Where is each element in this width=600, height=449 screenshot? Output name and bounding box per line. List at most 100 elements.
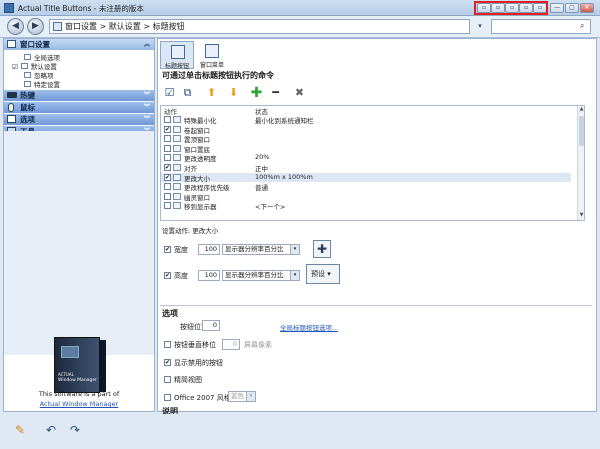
panel-hotkeys[interactable]: 热键 ︾ <box>4 90 154 101</box>
item-icon <box>24 54 31 60</box>
compact-view-label: 精简视图 <box>174 376 202 384</box>
check-all-icon[interactable]: ☑ <box>162 86 177 101</box>
height-checkbox[interactable]: ✔ <box>164 272 171 279</box>
command-icon <box>173 202 181 210</box>
width-unit-select[interactable]: 显示器分辨率百分比 ▾ <box>222 244 300 255</box>
command-row[interactable]: 置顶窗口 <box>161 134 571 144</box>
height-value-input[interactable]: 100 <box>198 270 220 281</box>
forward-button[interactable]: ▶ <box>27 18 44 35</box>
action-settings-label: 设置动作: 更改大小 <box>162 227 219 235</box>
scroll-up-icon[interactable]: ▲ <box>578 106 584 114</box>
promo-link[interactable]: Actual Window Manager <box>4 399 154 409</box>
breadcrumb-text: 窗口设置 > 默认设置 > 标题按钮 <box>65 22 185 31</box>
collapse-icon[interactable]: ︽ <box>144 39 150 50</box>
row-checkbox[interactable] <box>164 202 171 210</box>
box-brand-top: ACTUAL <box>58 372 74 377</box>
office-style-select[interactable]: 蓝色 ▾ <box>228 391 256 402</box>
expand-icon[interactable]: ︾ <box>144 114 150 125</box>
chevron-down-icon: ▾ <box>290 271 299 280</box>
row-checkbox[interactable] <box>164 192 171 200</box>
edit-icon[interactable]: ✎ <box>12 422 28 438</box>
command-icon <box>173 144 181 152</box>
add-icon[interactable]: ✚ <box>249 86 264 101</box>
button-position-input[interactable]: 0 <box>202 320 220 331</box>
minimize-button[interactable]: — <box>550 3 564 13</box>
command-name: 幽灵窗口 <box>184 193 210 202</box>
command-row[interactable]: 更改程序优先级 普通 <box>161 182 571 192</box>
width-unit-value: 显示器分辨率百分比 <box>225 245 284 253</box>
search-icon[interactable]: ⌕ <box>580 21 590 31</box>
command-row[interactable]: ✔ 对齐 正中 <box>161 163 571 173</box>
width-checkbox[interactable]: ✔ <box>164 246 171 253</box>
command-icon <box>173 154 181 162</box>
row-checkbox[interactable] <box>164 154 171 162</box>
command-row[interactable]: ✔ 更改大小 100%m x 100%m <box>161 172 571 183</box>
maximize-button[interactable]: ▢ <box>565 3 579 13</box>
back-button[interactable]: ◀ <box>7 18 24 35</box>
panel-options[interactable]: 选项 ︾ <box>4 114 154 125</box>
position-picker-button[interactable]: ✚ <box>313 240 331 258</box>
scroll-thumb[interactable] <box>579 116 584 146</box>
command-name: 对齐 <box>184 165 197 173</box>
compact-view-checkbox[interactable] <box>164 376 171 383</box>
scroll-down-icon[interactable]: ▼ <box>578 212 584 220</box>
panel-window-settings[interactable]: 窗口设置 ︽ <box>4 39 154 50</box>
command-row[interactable]: ✔ 卷起窗口 <box>161 125 571 135</box>
vertical-shift-checkbox[interactable] <box>164 341 171 348</box>
row-checkbox[interactable]: ✔ <box>164 164 171 171</box>
address-dropdown-icon[interactable]: ▾ <box>472 19 488 34</box>
row-checkbox[interactable] <box>164 135 171 143</box>
height-unit-select[interactable]: 显示器分辨率百分比 ▾ <box>222 270 300 281</box>
tree-item-specific[interactable]: 特定设置 <box>12 79 60 89</box>
copy-icon[interactable]: ⧉ <box>180 86 195 101</box>
preset-button[interactable]: 预设 ▾ <box>306 264 340 284</box>
breadcrumb[interactable]: 窗口设置 > 默认设置 > 标题按钮 <box>49 19 470 34</box>
close-button[interactable]: ✕ <box>580 3 594 13</box>
sidebar-empty-area <box>4 131 154 355</box>
box-side <box>100 340 106 392</box>
expand-icon[interactable]: ︾ <box>144 90 150 101</box>
show-disabled-checkbox[interactable]: ✔ <box>164 359 171 366</box>
office-style-label: Office 2007 风格 <box>174 394 231 402</box>
item-icon <box>24 72 31 78</box>
command-row[interactable]: 窗口置底 <box>161 144 571 154</box>
undo-icon[interactable]: ↶ <box>43 422 59 438</box>
row-checkbox[interactable] <box>164 116 171 123</box>
commands-list: 动作 状态 特殊最小化 最小化到系统通知栏 ✔ 卷起窗口 置顶窗口 窗口置底 更改透明度 20… <box>160 105 585 221</box>
row-checkbox[interactable]: ✔ <box>164 173 171 181</box>
width-value-input[interactable]: 100 <box>198 244 220 255</box>
command-row[interactable]: 特殊最小化 最小化到系统通知栏 <box>161 115 571 125</box>
panel-label: 选项 <box>20 115 35 124</box>
tab-window-menu[interactable]: 窗口菜单 <box>195 41 229 69</box>
highlight-box <box>474 1 548 15</box>
command-name: 更改程序优先级 <box>184 184 230 193</box>
row-checkbox[interactable] <box>164 183 171 191</box>
move-up-icon[interactable]: ⬆ <box>204 86 219 101</box>
window-menu-icon <box>205 44 219 58</box>
vertical-shift-input[interactable]: 0 <box>222 339 240 350</box>
title-bar: Actual Title Buttons - 未注册的版本 ▫ ▫ ▫ ▫ ▫ … <box>0 0 600 16</box>
app-icon <box>4 3 14 13</box>
delete-icon[interactable]: ✖ <box>292 86 307 101</box>
mouse-icon <box>8 103 14 112</box>
chevron-down-icon: ▾ <box>327 270 331 278</box>
command-row[interactable]: 幽灵窗口 <box>161 192 571 202</box>
separator-icon[interactable]: ━ <box>268 86 283 101</box>
search-input[interactable] <box>491 19 591 34</box>
move-down-icon[interactable]: ⬇ <box>226 86 241 101</box>
command-row[interactable]: 移到显示器 <下一个> <box>161 201 571 211</box>
panel-mouse[interactable]: 鼠标 ︾ <box>4 102 154 113</box>
row-checkbox[interactable]: ✔ <box>164 125 171 133</box>
redo-icon[interactable]: ↷ <box>67 422 83 438</box>
global-options-link[interactable]: 全局标题按钮选项... <box>280 322 338 332</box>
command-row[interactable]: 更改透明度 20% <box>161 153 571 163</box>
tab-title-buttons[interactable]: 标题按钮 <box>160 41 194 70</box>
command-icon <box>173 125 181 133</box>
commands-title: 可通过单击标题按钮执行的命令 <box>162 71 274 80</box>
item-icon <box>20 63 28 69</box>
scrollbar[interactable]: ▲ ▼ <box>577 106 584 220</box>
expand-icon[interactable]: ︾ <box>144 102 150 113</box>
office-style-checkbox[interactable] <box>164 394 171 401</box>
row-checkbox[interactable] <box>164 144 171 152</box>
tree-label: 特定设置 <box>34 81 60 89</box>
